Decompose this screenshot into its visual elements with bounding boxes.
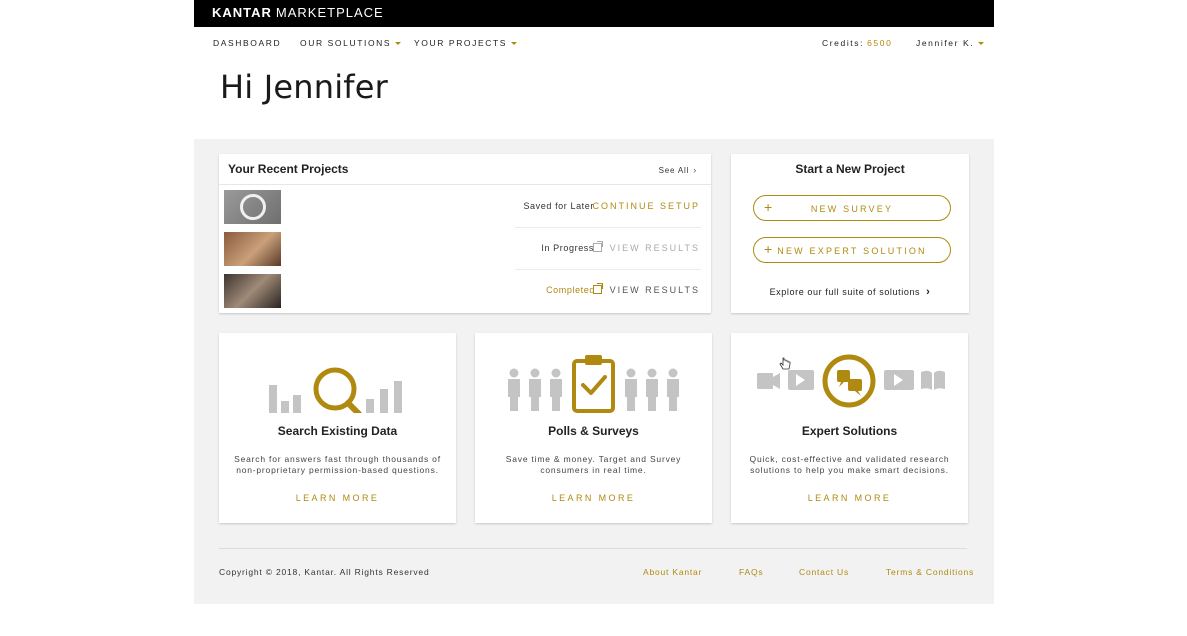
feature-title: Search Existing Data xyxy=(277,424,398,438)
nav-dashboard-label: DASHBOARD xyxy=(213,38,282,48)
new-expert-label: NEW EXPERT SOLUTION xyxy=(777,246,927,256)
search-data-icon xyxy=(269,367,402,413)
learn-more-link[interactable]: LEARN MORE xyxy=(475,493,712,503)
page-greeting: Hi Jennifer xyxy=(220,68,389,106)
feature-description: Search for answers fast through thousand… xyxy=(234,454,441,475)
polls-surveys-icon xyxy=(508,355,679,413)
main-nav: DASHBOARD OUR SOLUTIONS YOUR PROJECTS Cr… xyxy=(194,27,994,59)
feature-title: Expert Solutions xyxy=(801,424,898,438)
nav-our-solutions[interactable]: OUR SOLUTIONS xyxy=(300,38,402,48)
continue-setup-link[interactable]: CONTINUE SETUP xyxy=(592,201,700,211)
top-bar: KANTAR MARKETPLACE xyxy=(194,0,994,27)
external-link-icon xyxy=(592,241,603,252)
expert-solutions-icon xyxy=(757,354,945,408)
project-status: In Progress xyxy=(541,243,594,253)
dashboard-content: Your Recent Projects See All › Saved for … xyxy=(194,139,994,604)
feature-title: Polls & Surveys xyxy=(548,424,639,438)
learn-more-link[interactable]: LEARN MORE xyxy=(219,493,456,503)
new-expert-solution-button[interactable]: + NEW EXPERT SOLUTION xyxy=(753,237,951,263)
project-status: Saved for Later xyxy=(523,201,594,211)
project-row: In Progress VIEW RESULTS xyxy=(219,228,711,270)
project-status: Completed xyxy=(546,285,595,295)
copyright-text: Copyright © 2018, Kantar. All Rights Res… xyxy=(219,567,430,577)
brand-logo[interactable]: KANTAR MARKETPLACE xyxy=(212,5,384,20)
project-thumbnail[interactable] xyxy=(224,190,281,224)
project-row: Completed VIEW RESULTS xyxy=(219,270,711,312)
view-results-link[interactable]: VIEW RESULTS xyxy=(592,283,700,295)
recent-projects-title: Your Recent Projects xyxy=(228,162,349,176)
recent-projects-card: Your Recent Projects See All › Saved for … xyxy=(219,154,711,313)
caret-down-icon xyxy=(395,42,402,45)
caret-down-icon xyxy=(978,42,985,45)
nav-dashboard[interactable]: DASHBOARD xyxy=(213,38,281,48)
footer-divider xyxy=(219,548,967,549)
nav-projects-label: YOUR PROJECTS xyxy=(414,38,508,48)
explore-label: Explore our full suite of solutions xyxy=(769,287,921,297)
footer-link-faqs[interactable]: FAQs xyxy=(739,567,763,577)
explore-solutions-link[interactable]: Explore our full suite of solutions › xyxy=(731,286,969,298)
caret-down-icon xyxy=(511,42,518,45)
search-data-card[interactable]: Search Existing Data Search for answers … xyxy=(219,333,456,523)
footer-link-contact[interactable]: Contact Us xyxy=(799,567,849,577)
brand-logo-icon xyxy=(240,194,266,220)
hand-cursor-icon xyxy=(779,357,791,370)
project-row: Saved for Later CONTINUE SETUP xyxy=(219,186,711,228)
credits-display: Credits: 6500 xyxy=(822,38,892,48)
view-results-label: VIEW RESULTS xyxy=(609,285,700,295)
project-thumbnail[interactable] xyxy=(224,232,281,266)
polls-surveys-card[interactable]: Polls & Surveys Save time & money. Targe… xyxy=(475,333,712,523)
new-survey-label: NEW SURVEY xyxy=(810,204,894,214)
footer-link-about[interactable]: About Kantar xyxy=(643,567,702,577)
brand-name-light: MARKETPLACE xyxy=(275,5,384,20)
feature-description: Quick, cost-effective and validated rese… xyxy=(749,454,950,475)
recent-projects-header: Your Recent Projects See All › xyxy=(219,154,711,185)
user-menu[interactable]: Jennifer K. xyxy=(916,38,985,48)
chevron-right-icon: › xyxy=(693,165,697,175)
credits-value: 6500 xyxy=(867,38,893,48)
external-link-icon xyxy=(592,283,603,294)
see-all-label: See All xyxy=(658,166,690,175)
user-name: Jennifer K. xyxy=(916,38,975,48)
expert-solutions-card[interactable]: Expert Solutions Quick, cost-effective a… xyxy=(731,333,968,523)
see-all-link[interactable]: See All › xyxy=(659,165,697,175)
view-results-label: VIEW RESULTS xyxy=(609,243,700,253)
nav-solutions-label: OUR SOLUTIONS xyxy=(300,38,392,48)
project-thumbnail[interactable] xyxy=(224,274,281,308)
credits-label: Credits: xyxy=(822,38,865,48)
chevron-right-icon: › xyxy=(926,286,931,298)
start-project-card: Start a New Project + NEW SURVEY + NEW E… xyxy=(731,154,969,313)
view-results-link[interactable]: VIEW RESULTS xyxy=(592,241,700,253)
footer-link-terms[interactable]: Terms & Conditions xyxy=(886,567,974,577)
new-survey-button[interactable]: + NEW SURVEY xyxy=(753,195,951,221)
start-project-title: Start a New Project xyxy=(795,162,905,176)
app: KANTAR MARKETPLACE DASHBOARD OUR SOLUTION… xyxy=(194,0,994,636)
feature-description: Save time & money. Target and Survey con… xyxy=(505,454,682,475)
brand-name-bold: KANTAR xyxy=(212,5,272,20)
learn-more-link[interactable]: LEARN MORE xyxy=(731,493,968,503)
nav-your-projects[interactable]: YOUR PROJECTS xyxy=(414,38,518,48)
